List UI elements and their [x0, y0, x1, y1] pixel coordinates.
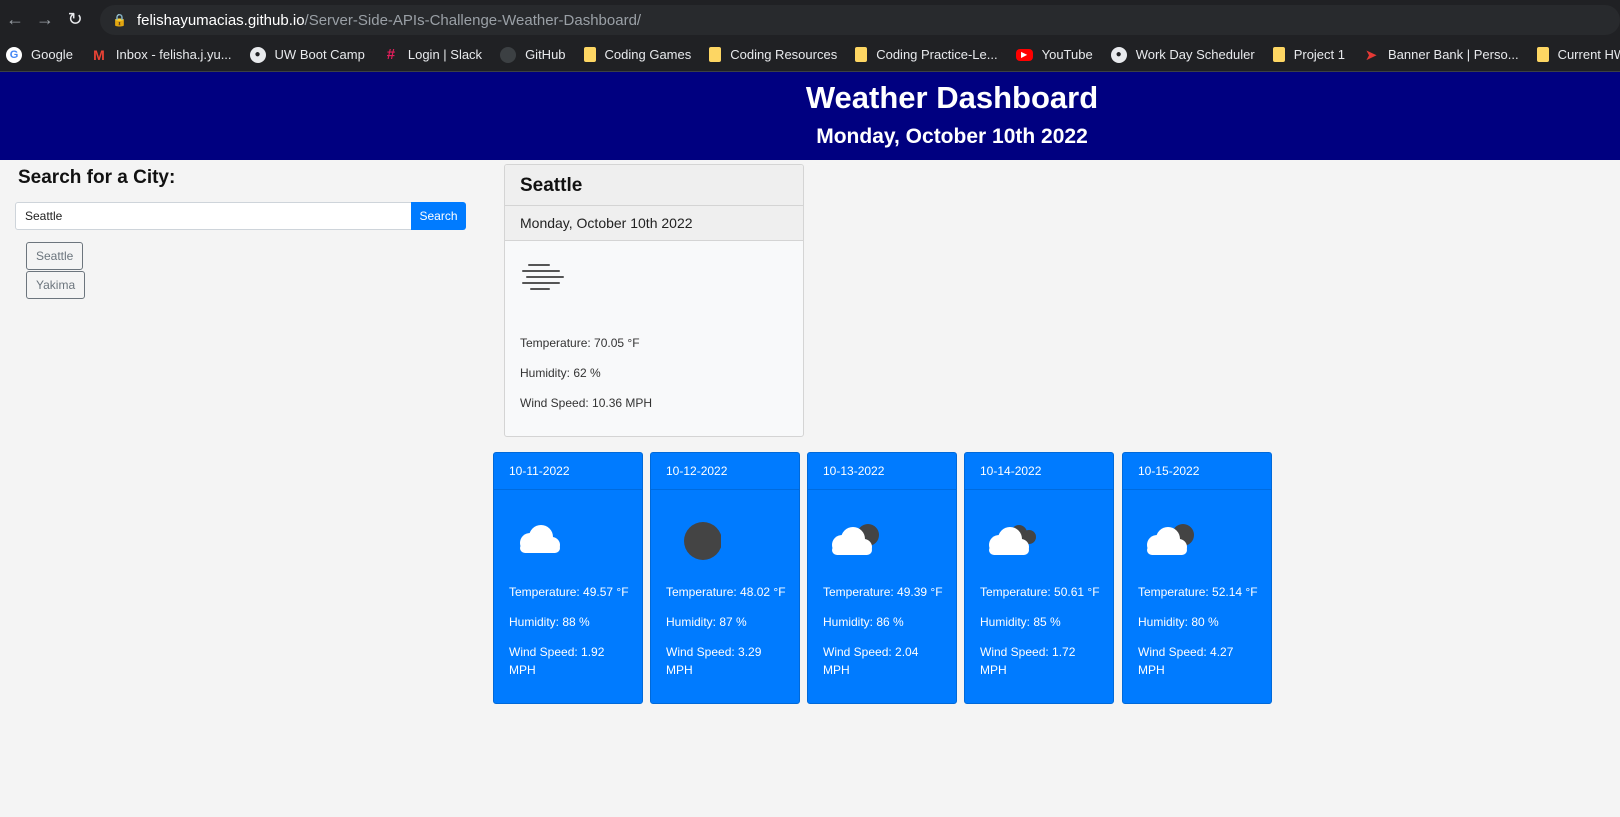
folder-icon — [855, 47, 868, 62]
forecast-date: 10-13-2022 — [808, 453, 956, 490]
forecast-humidity: Humidity: 87 % — [666, 615, 747, 629]
reload-icon[interactable]: ↻ — [60, 4, 90, 34]
bookmark-label: Inbox - felisha.j.yu... — [115, 47, 232, 62]
search-title: Search for a City: — [18, 167, 176, 188]
bookmark-label: Coding Games — [604, 47, 692, 62]
mist-icon — [519, 259, 565, 300]
bookmark-label: Login | Slack — [407, 47, 483, 62]
forecast-card: 10-14-2022 Temperature: 50.61 °F Humidit… — [964, 452, 1114, 704]
bank-icon: ➤ — [1364, 46, 1378, 64]
folder-icon — [1536, 47, 1549, 62]
browser-toolbar: ← → ↻ 🔒 felishayumacias.github.io/Server… — [0, 0, 1620, 38]
globe-icon: ● — [249, 46, 266, 63]
bookmark-label: GitHub — [525, 47, 566, 62]
bookmark-coding-games[interactable]: Coding Games — [583, 47, 692, 62]
bookmark-youtube[interactable]: ▶ YouTube — [1015, 47, 1093, 62]
forecast-temperature: Temperature: 49.57 °F — [509, 585, 629, 599]
forward-arrow-icon[interactable]: → — [30, 4, 60, 34]
forecast-wind: Wind Speed: 1.72 MPH — [980, 645, 1076, 677]
bookmark-coding-practice[interactable]: Coding Practice-Le... — [855, 47, 998, 62]
slack-icon: # — [386, 46, 396, 63]
lock-icon: 🔒 — [112, 13, 127, 27]
current-date: Monday, October 10th 2022 — [505, 206, 803, 241]
header-date: Monday, October 10th 2022 — [816, 125, 1088, 148]
forecast-temperature: Temperature: 52.14 °F — [1138, 585, 1258, 599]
bookmark-label: Work Day Scheduler — [1135, 47, 1255, 62]
gmail-icon: M — [93, 46, 105, 63]
cloud-icon — [512, 521, 564, 564]
bookmark-uw-boot-camp[interactable]: ● UW Boot Camp — [249, 46, 365, 63]
forecast-humidity: Humidity: 85 % — [980, 615, 1061, 629]
forecast-temperature: Temperature: 48.02 °F — [666, 585, 786, 599]
bookmark-label: Coding Practice-Le... — [876, 47, 998, 62]
partly-cloudy-icon — [1141, 521, 1197, 566]
bookmark-slack[interactable]: # Login | Slack — [383, 46, 483, 63]
bookmark-google[interactable]: G Google — [6, 46, 73, 63]
forecast-date: 10-11-2022 — [494, 453, 642, 490]
forecast-wind: Wind Speed: 2.04 MPH — [823, 645, 919, 677]
folder-icon — [1272, 47, 1285, 62]
youtube-icon: ▶ — [1015, 48, 1033, 61]
bookmark-label: Banner Bank | Perso... — [1388, 47, 1519, 62]
bookmark-coding-resources[interactable]: Coding Resources — [709, 47, 837, 62]
bookmark-label: Coding Resources — [730, 47, 838, 62]
dark-circle-icon — [669, 521, 722, 568]
current-humidity: Humidity: 62 % — [520, 366, 601, 380]
bookmark-label: YouTube — [1041, 47, 1093, 62]
forecast-temperature: Temperature: 49.39 °F — [823, 585, 943, 599]
back-arrow-icon[interactable]: ← — [0, 4, 30, 34]
broken-clouds-icon — [983, 521, 1039, 566]
globe-icon: ● — [1110, 46, 1127, 63]
bookmark-current-hw[interactable]: Current HW Resour... — [1536, 47, 1620, 62]
forecast-humidity: Humidity: 80 % — [1138, 615, 1219, 629]
forecast-card: 10-12-2022 Temperature: 48.02 °F Humidit… — [650, 452, 800, 704]
url-host: felishayumacias.github.io — [136, 11, 305, 29]
city-search-input[interactable] — [15, 202, 412, 230]
bookmark-label: UW Boot Camp — [274, 47, 365, 62]
forecast-date: 10-15-2022 — [1123, 453, 1271, 490]
forecast-humidity: Humidity: 88 % — [509, 615, 590, 629]
bookmark-label: Google — [31, 47, 73, 62]
forecast-card: 10-15-2022 Temperature: 52.14 °F Humidit… — [1122, 452, 1272, 704]
five-day-forecast: 10-11-2022 Temperature: 49.57 °F Humidit… — [493, 452, 1283, 704]
search-history: Seattle Yakima — [26, 242, 86, 300]
address-bar[interactable]: 🔒 felishayumacias.github.io/Server-Side-… — [100, 5, 1620, 35]
forecast-date: 10-12-2022 — [651, 453, 799, 490]
current-weather-card: Seattle Monday, October 10th 2022 Temper… — [504, 164, 804, 437]
bookmark-github[interactable]: GitHub — [500, 46, 566, 63]
history-button-yakima[interactable]: Yakima — [26, 271, 86, 299]
forecast-temperature: Temperature: 50.61 °F — [980, 585, 1100, 599]
current-wind: Wind Speed: 10.36 MPH — [520, 396, 653, 410]
bookmark-label: Project 1 — [1293, 47, 1345, 62]
search-button[interactable]: Search — [411, 202, 466, 230]
bookmark-work-day-scheduler[interactable]: ● Work Day Scheduler — [1110, 46, 1255, 63]
forecast-humidity: Humidity: 86 % — [823, 615, 904, 629]
page-header: Weather Dashboard Monday, October 10th 2… — [0, 72, 1620, 160]
forecast-card: 10-13-2022 Temperature: 49.39 °F Humidit… — [807, 452, 957, 704]
github-icon — [500, 46, 517, 63]
google-icon: G — [6, 46, 22, 63]
folder-icon — [583, 47, 596, 62]
forecast-wind: Wind Speed: 1.92 MPH — [509, 645, 605, 677]
partly-cloudy-icon — [826, 521, 882, 566]
forecast-card: 10-11-2022 Temperature: 49.57 °F Humidit… — [493, 452, 643, 704]
forecast-wind: Wind Speed: 3.29 MPH — [666, 645, 762, 677]
page-title: Weather Dashboard — [805, 80, 1099, 115]
bookmark-label: Current HW Resour... — [1557, 47, 1620, 62]
folder-icon — [709, 47, 722, 62]
history-button-seattle[interactable]: Seattle — [26, 242, 84, 270]
bookmarks-bar: G Google M Inbox - felisha.j.yu... ● UW Boo… — [0, 38, 1620, 72]
bookmark-project-1[interactable]: Project 1 — [1272, 47, 1345, 62]
bookmark-inbox[interactable]: M Inbox - felisha.j.yu... — [91, 46, 232, 63]
forecast-wind: Wind Speed: 4.27 MPH — [1138, 645, 1234, 677]
url-path: /Server-Side-APIs-Challenge-Weather-Dash… — [304, 11, 642, 29]
current-city: Seattle — [505, 165, 803, 206]
forecast-date: 10-14-2022 — [965, 453, 1113, 490]
current-temperature: Temperature: 70.05 °F — [520, 336, 640, 350]
bookmark-banner-bank[interactable]: ➤ Banner Bank | Perso... — [1363, 46, 1519, 64]
